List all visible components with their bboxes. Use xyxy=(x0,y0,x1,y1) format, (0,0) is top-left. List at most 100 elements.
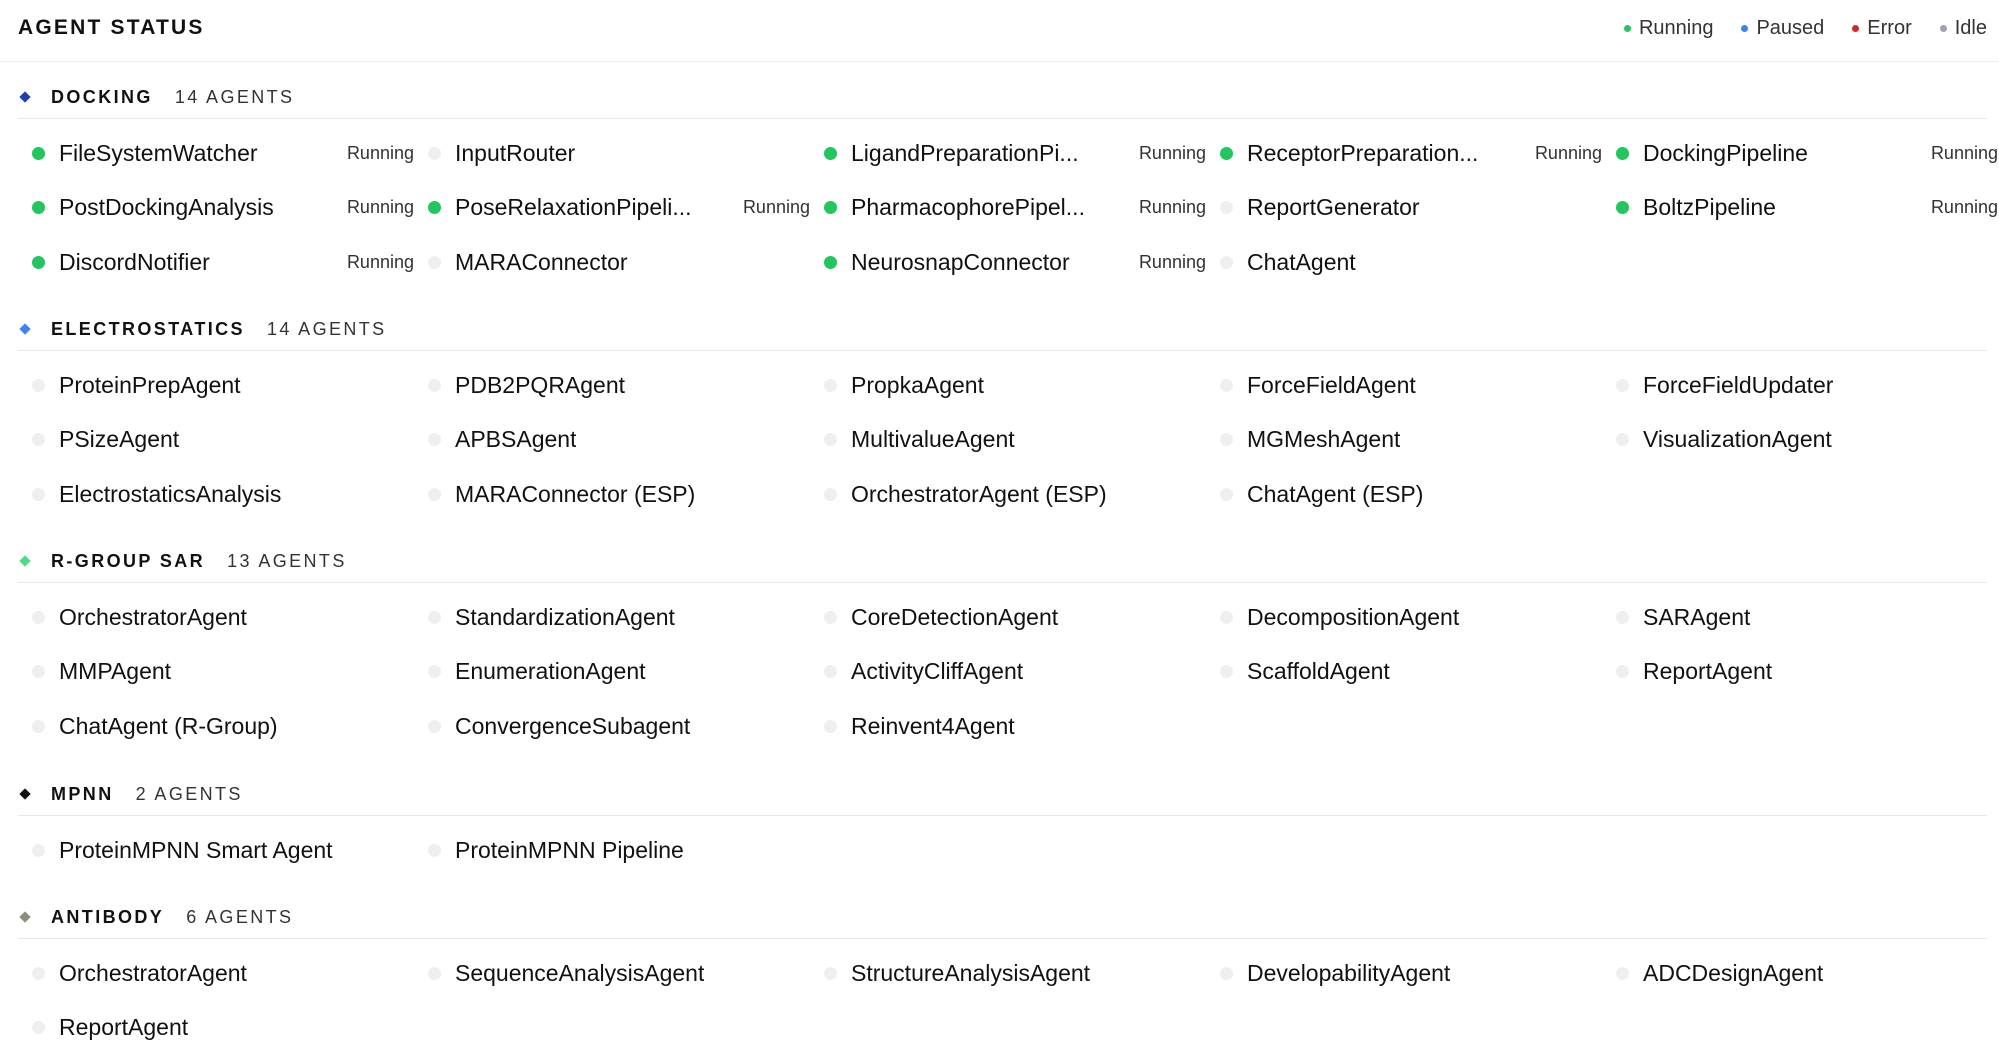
agent-item[interactable]: ConvergenceSubagent xyxy=(414,699,810,753)
section-header[interactable]: ANTIBODY 6 AGENTS xyxy=(18,896,1987,939)
agent-name: DockingPipeline xyxy=(1643,139,1808,166)
status-dot-icon xyxy=(1616,378,1629,392)
agent-status-label: Running xyxy=(1138,142,1206,163)
legend-item-paused[interactable]: Paused xyxy=(1741,17,1824,40)
agent-item[interactable]: DiscordNotifier Running xyxy=(18,235,414,289)
agent-item[interactable]: InputRouter xyxy=(414,126,810,180)
agent-item[interactable]: MARAConnector (ESP) xyxy=(414,467,810,521)
agent-item[interactable]: DevelopabilityAgent xyxy=(1206,946,1602,1000)
status-legend: Running Paused Error Idle xyxy=(1623,17,1987,40)
agent-name: PharmacophorePipel... xyxy=(851,194,1085,220)
agent-item[interactable]: PharmacophorePipel... Running xyxy=(810,181,1206,235)
agent-name: NeurosnapConnector xyxy=(851,248,1070,275)
agent-item[interactable]: PDB2PQRAgent xyxy=(414,358,810,412)
legend-item-error[interactable]: Error xyxy=(1852,17,1912,40)
legend-label: Running xyxy=(1638,17,1714,39)
agent-item[interactable]: CoreDetectionAgent xyxy=(810,590,1206,644)
agent-item[interactable]: OrchestratorAgent (ESP) xyxy=(810,467,1206,521)
agent-item[interactable]: ReportAgent xyxy=(1602,645,1998,699)
agent-item[interactable]: ReceptorPreparation... Running xyxy=(1206,126,1602,180)
agent-name: ForceFieldAgent xyxy=(1247,371,1416,398)
agent-item[interactable]: VisualizationAgent xyxy=(1602,413,1998,467)
agent-item[interactable]: PoseRelaxationPipeli... Running xyxy=(414,181,810,235)
agent-item[interactable]: EnumerationAgent xyxy=(414,645,810,699)
agent-status-label: Running xyxy=(1930,142,1998,163)
agent-name: ProteinPrepAgent xyxy=(59,371,241,398)
agent-item[interactable]: ScaffoldAgent xyxy=(1206,645,1602,699)
agent-name: SequenceAnalysisAgent xyxy=(455,959,705,986)
agent-item[interactable]: ElectrostaticsAnalysis xyxy=(18,467,414,521)
status-dot-icon xyxy=(32,610,45,624)
status-dot-icon xyxy=(428,378,441,392)
status-dot-icon xyxy=(1220,146,1233,160)
agent-item[interactable]: ChatAgent (R-Group) xyxy=(18,699,414,753)
agent-item[interactable]: ChatAgent xyxy=(1206,235,1602,289)
diamond-icon xyxy=(19,91,31,103)
agent-name: MARAConnector (ESP) xyxy=(455,480,696,507)
idle-dot-icon xyxy=(1939,25,1947,32)
agent-name: LigandPreparationPi... xyxy=(851,139,1079,166)
agent-item[interactable]: FileSystemWatcher Running xyxy=(18,126,414,180)
agent-item[interactable]: DockingPipeline Running xyxy=(1602,126,1998,180)
section-header[interactable]: R-GROUP SAR 13 AGENTS xyxy=(18,540,1987,583)
status-dot-icon xyxy=(1616,966,1629,980)
status-dot-icon xyxy=(32,378,45,392)
agent-item[interactable]: OrchestratorAgent xyxy=(18,590,414,644)
section-header[interactable]: DOCKING 14 AGENTS xyxy=(18,76,1987,119)
agent-item[interactable]: ForceFieldUpdater xyxy=(1602,358,1998,412)
agent-name: SARAgent xyxy=(1643,603,1751,630)
agent-name: PDB2PQRAgent xyxy=(455,371,626,398)
agent-item[interactable]: ChatAgent (ESP) xyxy=(1206,467,1602,521)
legend-item-idle[interactable]: Idle xyxy=(1939,17,1987,40)
agent-item[interactable]: SARAgent xyxy=(1602,590,1998,644)
agent-item[interactable]: PSizeAgent xyxy=(18,413,414,467)
agent-item[interactable]: ReportGenerator xyxy=(1206,181,1602,235)
agent-item[interactable]: DecompositionAgent xyxy=(1206,590,1602,644)
section-header[interactable]: ELECTROSTATICS 14 AGENTS xyxy=(18,308,1987,351)
status-dot-icon xyxy=(1220,610,1233,624)
agent-item[interactable]: PropkaAgent xyxy=(810,358,1206,412)
section-header[interactable]: MPNN 2 AGENTS xyxy=(18,773,1987,816)
agent-item[interactable]: SequenceAnalysisAgent xyxy=(414,946,810,1000)
agent-name: ReportAgent xyxy=(1643,658,1773,684)
status-dot-icon xyxy=(428,610,441,624)
agent-name: FileSystemWatcher xyxy=(59,139,258,166)
agent-item[interactable]: ProteinPrepAgent xyxy=(18,358,414,412)
agent-name: ChatAgent xyxy=(1247,248,1356,275)
agent-item[interactable]: StandardizationAgent xyxy=(414,590,810,644)
agent-name: InputRouter xyxy=(455,139,576,166)
section-title: ANTIBODY xyxy=(51,906,165,927)
agent-item[interactable]: MARAConnector xyxy=(414,235,810,289)
agent-item[interactable]: Reinvent4Agent xyxy=(810,699,1206,753)
legend-item-running[interactable]: Running xyxy=(1623,17,1714,40)
agent-item[interactable]: ProteinMPNN Smart Agent xyxy=(18,823,414,877)
status-dot-icon xyxy=(428,719,441,733)
running-dot-icon xyxy=(1623,25,1631,32)
section-count: 14 AGENTS xyxy=(174,86,295,107)
status-dot-icon xyxy=(1616,665,1629,678)
agent-name: VisualizationAgent xyxy=(1643,426,1832,452)
agent-item[interactable]: ForceFieldAgent xyxy=(1206,358,1602,412)
agent-name: ADCDesignAgent xyxy=(1643,959,1824,986)
agent-item[interactable]: ADCDesignAgent xyxy=(1602,946,1998,1000)
agent-name: ChatAgent (R-Group) xyxy=(59,712,278,739)
agent-item[interactable]: ReportAgent xyxy=(18,1001,414,1055)
agent-item[interactable]: MultivalueAgent xyxy=(810,413,1206,467)
agent-item[interactable]: StructureAnalysisAgent xyxy=(810,946,1206,1000)
status-dot-icon xyxy=(32,201,45,214)
agent-item[interactable]: ProteinMPNN Pipeline xyxy=(414,823,810,877)
agent-name: PropkaAgent xyxy=(851,371,984,398)
agent-item[interactable]: LigandPreparationPi... Running xyxy=(810,126,1206,180)
agent-item[interactable]: PostDockingAnalysis Running xyxy=(18,181,414,235)
agent-name: ProteinMPNN Pipeline xyxy=(455,836,684,863)
agent-item[interactable]: MMPAgent xyxy=(18,645,414,699)
agent-status-label: Running xyxy=(1930,197,1998,217)
agent-item[interactable]: BoltzPipeline Running xyxy=(1602,181,1998,235)
agent-item[interactable]: OrchestratorAgent xyxy=(18,946,414,1000)
agent-item[interactable]: NeurosnapConnector Running xyxy=(810,235,1206,289)
agent-item[interactable]: APBSAgent xyxy=(414,413,810,467)
agent-item[interactable]: ActivityCliffAgent xyxy=(810,645,1206,699)
agent-name: EnumerationAgent xyxy=(455,658,646,684)
agent-item[interactable]: MGMeshAgent xyxy=(1206,413,1602,467)
agent-name: DecompositionAgent xyxy=(1247,603,1460,630)
